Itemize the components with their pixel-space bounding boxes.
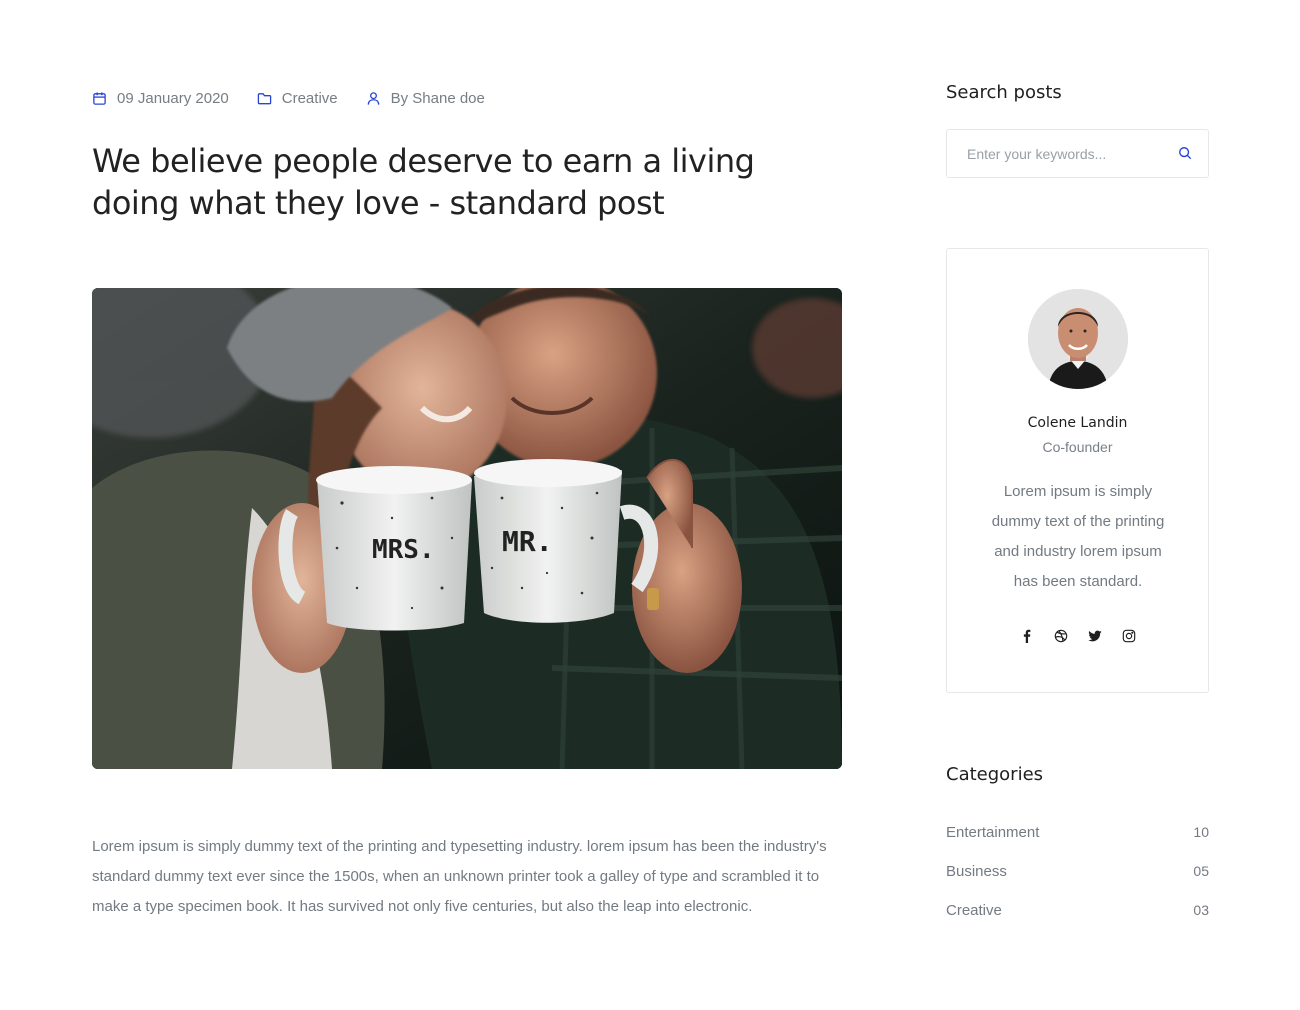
post-author-text[interactable]: By Shane doe: [391, 90, 485, 107]
post-category-text[interactable]: Creative: [282, 90, 338, 107]
facebook-link[interactable]: [1020, 629, 1034, 643]
calendar-icon: [93, 91, 106, 105]
post-featured-image: MRS. MR.: [92, 288, 842, 769]
dribbble-link[interactable]: [1054, 629, 1068, 643]
facebook-icon: [1023, 629, 1030, 643]
dribbble-icon: [1054, 629, 1067, 643]
category-item-entertainment[interactable]: Entertainment 10: [946, 824, 1209, 863]
categories-widget-title: Categories: [946, 764, 1044, 785]
post-date-text: 09 January 2020: [117, 89, 229, 107]
twitter-icon: [1087, 630, 1102, 642]
category-label[interactable]: Business: [946, 863, 1007, 902]
user-icon: [367, 91, 379, 105]
folder-icon: [257, 92, 272, 104]
search-icon[interactable]: [1178, 146, 1192, 160]
category-count: 10: [1193, 824, 1209, 840]
category-label[interactable]: Entertainment: [946, 824, 1039, 863]
post-date: 09 January 2020: [92, 90, 229, 107]
search-box: [946, 129, 1209, 178]
instagram-link[interactable]: [1122, 629, 1136, 643]
author-social-links: [947, 629, 1208, 643]
categories-list: Entertainment 10 Business 05 Creative 03: [946, 824, 1209, 941]
author-avatar: [1028, 289, 1128, 389]
category-item-creative[interactable]: Creative 03: [946, 902, 1209, 941]
category-count: 05: [1193, 863, 1209, 879]
category-item-business[interactable]: Business 05: [946, 863, 1209, 902]
post-meta: 09 January 2020 Creative By Shane doe: [92, 88, 485, 108]
category-label[interactable]: Creative: [946, 902, 1002, 941]
author-bio: Lorem ipsum is simply dummy text of the …: [991, 483, 1165, 590]
post-title: We believe people deserve to earn a livi…: [92, 142, 755, 222]
author-role: Co-founder: [1042, 439, 1113, 455]
twitter-link[interactable]: [1087, 629, 1102, 643]
author-card: Colene Landin Co-founder Lorem ipsum is …: [946, 248, 1209, 693]
post-body-text: Lorem ipsum is simply dummy text of the …: [92, 838, 827, 915]
mug-right-text: MR.: [502, 525, 553, 558]
post-category-link[interactable]: Creative: [257, 90, 338, 107]
instagram-icon: [1122, 629, 1135, 643]
search-input[interactable]: [947, 130, 1172, 177]
category-count: 03: [1193, 902, 1209, 918]
author-name: Colene Landin: [1027, 415, 1128, 431]
mug-left-text: MRS.: [372, 535, 435, 565]
post-author-link[interactable]: By Shane doe: [366, 90, 485, 107]
search-widget-title: Search posts: [946, 82, 1062, 103]
